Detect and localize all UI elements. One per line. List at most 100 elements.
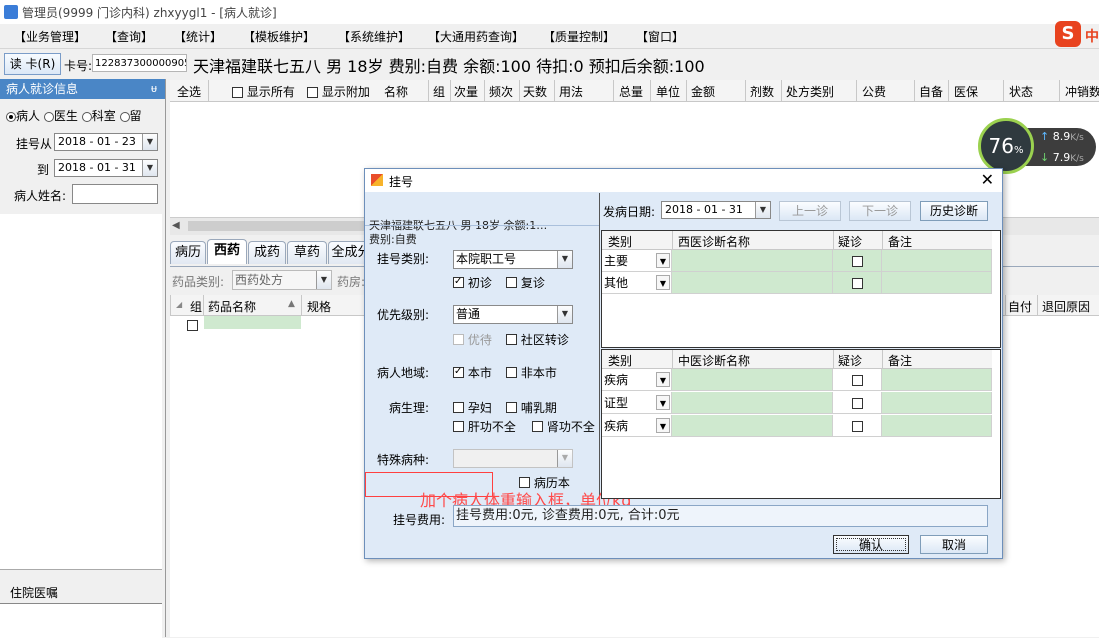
- tcm-diagnosis-cell[interactable]: [672, 392, 833, 414]
- chevron-down-icon[interactable]: ▼: [656, 395, 670, 410]
- revisit-checkbox[interactable]: [506, 277, 517, 288]
- scroll-left-icon[interactable]: ◀: [172, 220, 180, 231]
- col-status[interactable]: 状态: [1009, 83, 1033, 100]
- ime-mode-icon[interactable]: 中: [1085, 26, 1099, 46]
- col-rx-type[interactable]: 处方类别: [786, 83, 834, 100]
- first-visit-checkbox[interactable]: [453, 275, 464, 289]
- chevron-down-icon[interactable]: ▼: [656, 372, 670, 387]
- col-group[interactable]: 组: [433, 83, 445, 100]
- chevron-down-icon[interactable]: ▼: [557, 251, 572, 268]
- col-insurance[interactable]: 医保: [954, 83, 978, 100]
- local-option[interactable]: 本市: [453, 364, 492, 381]
- lactation-checkbox[interactable]: [506, 402, 517, 413]
- tcm-note-cell[interactable]: [882, 369, 992, 391]
- show-extra-checkbox[interactable]: [307, 87, 318, 98]
- drug-name-cell[interactable]: [204, 316, 301, 329]
- select-all[interactable]: 全选: [177, 83, 201, 100]
- card-number-input[interactable]: 122837300000905666: [92, 54, 187, 72]
- drug-col-group[interactable]: 组: [190, 298, 202, 315]
- radio-patient[interactable]: [6, 111, 16, 122]
- chevron-down-icon[interactable]: ▼: [656, 253, 670, 268]
- west-suspected-cell[interactable]: [833, 250, 882, 272]
- col-usage[interactable]: 用法: [559, 83, 583, 100]
- tcm-category-cell[interactable]: 疾病 ▼: [602, 369, 672, 391]
- col-self[interactable]: 自备: [919, 83, 943, 100]
- tcm-note-cell[interactable]: [882, 415, 992, 437]
- tcm-note-cell[interactable]: [882, 392, 992, 414]
- kidney-option[interactable]: 肾功不全: [532, 418, 595, 435]
- col-total[interactable]: 总量: [619, 83, 643, 100]
- west-note-cell[interactable]: [882, 250, 992, 272]
- reg-type-select[interactable]: 本院职工号 ▼: [453, 250, 573, 269]
- patient-name-input[interactable]: [72, 184, 158, 204]
- west-category-cell[interactable]: 其他 ▼: [602, 272, 672, 294]
- col-days[interactable]: 天数: [523, 83, 547, 100]
- radio-doctor[interactable]: [43, 111, 54, 122]
- ime-logo-icon[interactable]: S: [1055, 21, 1081, 47]
- chevron-down-icon[interactable]: ▼: [656, 275, 670, 290]
- drug-col-name[interactable]: 药品名称: [208, 298, 256, 315]
- chevron-down-icon[interactable]: ▼: [316, 271, 331, 289]
- lactation-option[interactable]: 哺乳期: [506, 399, 557, 416]
- community-transfer-checkbox[interactable]: [506, 334, 517, 345]
- col-writeoff[interactable]: 冲销数: [1065, 83, 1099, 100]
- chevron-down-icon[interactable]: ▼: [557, 306, 572, 323]
- menu-quality[interactable]: 【质量控制】: [543, 28, 615, 45]
- drug-col-return-reason[interactable]: 退回原因: [1042, 298, 1090, 315]
- tab-patent-drug[interactable]: 成药: [248, 241, 286, 264]
- revisit-option[interactable]: 复诊: [506, 274, 545, 291]
- radio-dept[interactable]: [81, 111, 92, 122]
- col-amount[interactable]: 金额: [691, 83, 715, 100]
- col-doses[interactable]: 剂数: [750, 83, 774, 100]
- tab-medical-record[interactable]: 病历: [170, 241, 206, 264]
- chevron-down-icon[interactable]: ▼: [755, 202, 770, 218]
- chevron-down-icon[interactable]: ▼: [142, 160, 157, 176]
- tcm-suspected-cell[interactable]: [833, 369, 882, 391]
- pregnant-checkbox[interactable]: [453, 402, 464, 413]
- tcm-suspected-cell[interactable]: [833, 415, 882, 437]
- tcm-suspected-checkbox[interactable]: [852, 398, 863, 409]
- inpatient-orders-list[interactable]: [0, 603, 162, 638]
- reg-from-date[interactable]: 2018 - 01 - 23 ▼: [54, 133, 158, 151]
- chevron-down-icon[interactable]: ▼: [656, 418, 670, 433]
- local-checkbox[interactable]: [453, 365, 464, 379]
- community-transfer-option[interactable]: 社区转诊: [506, 331, 569, 348]
- west-suspected-checkbox[interactable]: [852, 278, 863, 289]
- show-all-toggle[interactable]: 显示所有: [232, 83, 295, 100]
- cancel-button[interactable]: 取消: [920, 535, 988, 554]
- tcm-diagnosis-cell[interactable]: [672, 369, 833, 391]
- tcm-category-cell[interactable]: 疾病 ▼: [602, 415, 672, 437]
- menu-query[interactable]: 【查询】: [105, 28, 153, 45]
- menu-drug-query[interactable]: 【大通用药查询】: [428, 28, 524, 45]
- west-suspected-cell[interactable]: [833, 272, 882, 294]
- west-note-cell[interactable]: [882, 272, 992, 294]
- reg-to-date[interactable]: 2018 - 01 - 31 ▼: [54, 159, 158, 177]
- menu-window[interactable]: 【窗口】: [636, 28, 684, 45]
- show-all-checkbox[interactable]: [232, 87, 243, 98]
- tab-herbal[interactable]: 草药: [287, 241, 327, 264]
- confirm-button[interactable]: 确认: [833, 535, 909, 554]
- close-icon[interactable]: ✕: [981, 170, 994, 189]
- kidney-checkbox[interactable]: [532, 421, 543, 432]
- menu-business[interactable]: 【业务管理】: [14, 28, 86, 45]
- memory-usage-gauge[interactable]: 76%: [978, 118, 1034, 174]
- nonlocal-checkbox[interactable]: [506, 367, 517, 378]
- priority-select[interactable]: 普通 ▼: [453, 305, 573, 324]
- nonlocal-option[interactable]: 非本市: [506, 364, 557, 381]
- col-frequency[interactable]: 频次: [489, 83, 513, 100]
- menu-system[interactable]: 【系统维护】: [338, 28, 410, 45]
- drug-col-selfpay[interactable]: 自付: [1008, 298, 1032, 315]
- col-public[interactable]: 公费: [862, 83, 886, 100]
- tab-western-drug[interactable]: 西药: [207, 239, 247, 264]
- menu-template[interactable]: 【模板维护】: [243, 28, 315, 45]
- patient-list[interactable]: [0, 214, 162, 569]
- west-diagnosis-cell[interactable]: [672, 250, 833, 272]
- show-extra-toggle[interactable]: 显示附加: [307, 83, 370, 100]
- col-dose[interactable]: 次量: [454, 83, 478, 100]
- menu-stats[interactable]: 【统计】: [174, 28, 222, 45]
- col-unit[interactable]: 单位: [656, 83, 680, 100]
- drug-category-select[interactable]: 西药处方 ▼: [232, 270, 332, 290]
- scroll-thumb[interactable]: [188, 221, 388, 231]
- tcm-diagnosis-cell[interactable]: [672, 415, 833, 437]
- west-category-cell[interactable]: 主要 ▼: [602, 250, 672, 272]
